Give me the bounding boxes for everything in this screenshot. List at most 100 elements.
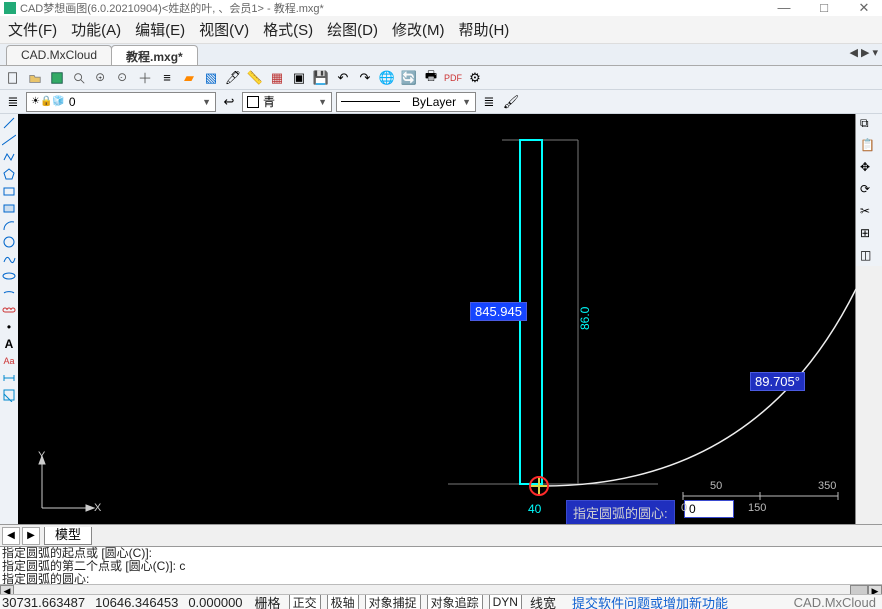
menu-help[interactable]: 帮助(H) <box>458 19 509 40</box>
text-icon[interactable]: A <box>2 337 16 351</box>
linetype-label: ByLayer <box>412 95 456 109</box>
pdf-icon[interactable]: PDF <box>444 69 462 87</box>
chevron-down-icon: ▼ <box>462 97 471 107</box>
sheet-prev-button[interactable]: ◀ <box>2 527 20 545</box>
rectangle-icon[interactable] <box>2 184 16 198</box>
brush-icon[interactable]: 🖌 <box>502 93 520 111</box>
open-file-icon[interactable] <box>26 69 44 87</box>
disk-icon[interactable]: 💾 <box>312 69 330 87</box>
toolbar-properties: ≣ ☀🔒🧊 0 ▼ ↩ 青 ▼ ByLayer ▼ ≣ 🖌 <box>0 90 882 114</box>
refresh-icon[interactable]: 🔄 <box>400 69 418 87</box>
zoom-window-icon[interactable]: + <box>92 69 110 87</box>
block-icon[interactable]: ▦ <box>268 69 286 87</box>
arc-icon[interactable] <box>2 218 16 232</box>
document-tab-bar: CAD.MxCloud 教程.mxg* ◀ ▶ ▾ <box>0 44 882 66</box>
print-icon[interactable]: 🖶 <box>422 69 440 87</box>
globe-icon[interactable]: 🌐 <box>378 69 396 87</box>
ellipse-arc-icon[interactable] <box>2 286 16 300</box>
save-icon[interactable] <box>48 69 66 87</box>
ucs-y-label: Y <box>38 450 45 462</box>
minimize-button[interactable]: — <box>770 0 798 16</box>
layer-manager-icon[interactable]: ≣ <box>4 93 22 111</box>
menu-modify[interactable]: 修改(M) <box>392 19 445 40</box>
layer-prev-icon[interactable]: ↩ <box>220 93 238 111</box>
color-icon[interactable]: ▰ <box>180 69 198 87</box>
xline-icon[interactable] <box>2 133 16 147</box>
move-icon[interactable]: ✥ <box>860 160 878 178</box>
circle-icon[interactable] <box>2 235 16 249</box>
sheet-next-button[interactable]: ▶ <box>22 527 40 545</box>
toolbar-standard: + - ≡ ▰ ▧ 🖊 📏 ▦ ▣ 💾 ↶ ↷ 🌐 🔄 🖶 PDF ⚙ <box>0 66 882 90</box>
hatch-tool-icon[interactable] <box>2 388 16 402</box>
layers-icon[interactable]: ≡ <box>158 69 176 87</box>
command-window[interactable]: 指定圆弧的起点或 [圆心(C)]: 指定圆弧的第二个点或 [圆心(C)]: c … <box>0 546 882 586</box>
zoom-extents-icon[interactable] <box>70 69 88 87</box>
toggle-osnap[interactable]: 对象捕捉 <box>365 594 421 609</box>
tab-mxcloud[interactable]: CAD.MxCloud <box>6 45 112 65</box>
zoom-out-icon[interactable]: - <box>114 69 132 87</box>
array-icon[interactable]: ⊞ <box>860 226 878 244</box>
redo-icon[interactable]: ↷ <box>356 69 374 87</box>
match-prop-icon[interactable]: 🖊 <box>224 69 242 87</box>
toggle-polar[interactable]: 极轴 <box>327 594 359 609</box>
paste-icon[interactable]: 📋 <box>860 138 878 156</box>
pan-icon[interactable] <box>136 69 154 87</box>
line-icon[interactable] <box>2 116 16 130</box>
measure-icon[interactable]: 📏 <box>246 69 264 87</box>
scale-tick-50: 50 <box>710 480 722 492</box>
dynamic-prompt-input[interactable]: 0 <box>684 500 734 518</box>
status-bar: 30731.663487 10646.346453 0.000000 栅格 正交… <box>0 594 882 609</box>
menu-edit[interactable]: 编辑(E) <box>135 19 185 40</box>
drawing-canvas[interactable]: 86.0 40 845.945 89.705° 指定圆弧的圆心: 0 50 35… <box>18 114 856 524</box>
command-line-2: 指定圆弧的第二个点或 [圆心(C)]: c <box>2 560 880 573</box>
toggle-lineweight[interactable]: 线宽 <box>528 594 558 609</box>
polyline-icon[interactable] <box>2 150 16 164</box>
toggle-otrack[interactable]: 对象追踪 <box>427 594 483 609</box>
mirror-icon[interactable]: ◫ <box>860 248 878 266</box>
ellipse-icon[interactable] <box>2 269 16 283</box>
insert-icon[interactable]: ▣ <box>290 69 308 87</box>
toggle-ortho[interactable]: 正交 <box>289 594 321 609</box>
feedback-link[interactable]: 提交软件问题或增加新功能 <box>572 594 728 609</box>
layer-current: 0 <box>69 95 76 109</box>
dim-icon[interactable] <box>2 371 16 385</box>
new-file-icon[interactable] <box>4 69 22 87</box>
menu-bar: 文件(F) 功能(A) 编辑(E) 视图(V) 格式(S) 绘图(D) 修改(M… <box>0 16 882 44</box>
menu-file[interactable]: 文件(F) <box>8 19 57 40</box>
tab-nav-arrows[interactable]: ◀ ▶ ▾ <box>849 46 878 59</box>
menu-view[interactable]: 视图(V) <box>199 19 249 40</box>
point-icon[interactable]: • <box>2 320 16 334</box>
svg-text:+: + <box>98 74 102 81</box>
tab-tutorial[interactable]: 教程.mxg* <box>111 45 198 65</box>
rectangle-fill-icon[interactable] <box>2 201 16 215</box>
menu-format[interactable]: 格式(S) <box>263 19 313 40</box>
cloud-icon[interactable] <box>2 303 16 317</box>
undo-icon[interactable]: ↶ <box>334 69 352 87</box>
coord-x: 30731.663487 <box>2 595 85 609</box>
spline-icon[interactable] <box>2 252 16 266</box>
layer-dropdown[interactable]: ☀🔒🧊 0 ▼ <box>26 92 216 112</box>
maximize-button[interactable]: □ <box>810 0 838 16</box>
polygon-icon[interactable] <box>2 167 16 181</box>
settings-icon[interactable]: ⚙ <box>466 69 484 87</box>
toggle-grid[interactable]: 栅格 <box>253 594 283 609</box>
color-dropdown[interactable]: 青 ▼ <box>242 92 332 112</box>
scale-tick-150: 150 <box>748 502 766 514</box>
mtext-icon[interactable]: Aa <box>2 354 16 368</box>
linetype-preview <box>341 101 400 102</box>
sheet-tab-strip: ◀ ▶ 模型 <box>0 524 882 546</box>
trim-icon[interactable]: ✂ <box>860 204 878 222</box>
scale-tick-0: 0 <box>681 502 687 514</box>
linetype-dropdown[interactable]: ByLayer ▼ <box>336 92 476 112</box>
sheet-tab-model[interactable]: 模型 <box>44 527 92 545</box>
menu-draw[interactable]: 绘图(D) <box>327 19 378 40</box>
copy-icon[interactable]: ⧉ <box>860 116 878 134</box>
dynamic-prompt: 指定圆弧的圆心: <box>566 500 675 525</box>
hatch-icon[interactable]: ▧ <box>202 69 220 87</box>
close-button[interactable]: ✕ <box>850 0 878 16</box>
toggle-dyn[interactable]: DYN <box>489 594 522 609</box>
lineweight-icon[interactable]: ≣ <box>480 93 498 111</box>
window-titlebar: CAD梦想画图(6.0.20210904)<姓赵的叶, 、会员1> - 教程.m… <box>0 0 882 16</box>
menu-function[interactable]: 功能(A) <box>71 19 121 40</box>
rotate-icon[interactable]: ⟳ <box>860 182 878 200</box>
